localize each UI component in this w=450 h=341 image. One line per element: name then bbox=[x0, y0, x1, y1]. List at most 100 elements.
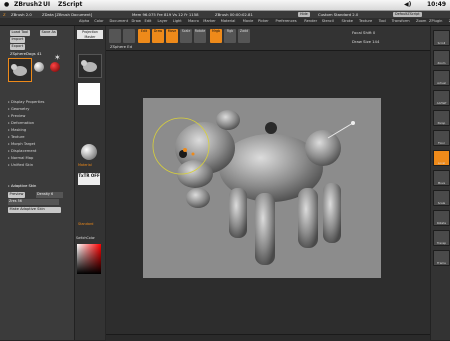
zbrush-menu-draw[interactable]: Draw bbox=[132, 19, 141, 23]
menu-texture[interactable]: Texture bbox=[8, 135, 25, 139]
star-tool-icon[interactable]: ✶ bbox=[54, 53, 61, 62]
material-sphere-icon[interactable] bbox=[81, 144, 97, 160]
edit-label: Edit bbox=[140, 29, 148, 33]
tool-thumb-dog[interactable] bbox=[8, 58, 32, 82]
zbrush-menu-document[interactable]: Document bbox=[110, 19, 129, 23]
right-shelf-move-button[interactable]: Move bbox=[433, 170, 450, 186]
projection-master-button[interactable]: Projection Master bbox=[77, 30, 103, 39]
mac-menubar: ● ZBrush2 UI ZScript ◀) 10:49 bbox=[0, 0, 450, 11]
zbrush-menu-stroke[interactable]: Stroke bbox=[342, 19, 353, 23]
right-shelf-label: AAHalf bbox=[436, 101, 447, 105]
right-shelf-label: Rotate bbox=[436, 221, 447, 225]
export-button[interactable]: Export bbox=[10, 44, 25, 50]
zbrush-menu-light[interactable]: Light bbox=[173, 19, 182, 23]
right-shelf-scale-button[interactable]: Scale bbox=[433, 190, 450, 206]
draw-button[interactable]: Draw bbox=[152, 29, 164, 43]
mrgb-button[interactable]: Mrgb bbox=[210, 29, 222, 43]
zbrush-menu-tool[interactable]: Tool bbox=[379, 19, 386, 23]
menu-adaptive-skin[interactable]: Adaptive Skin bbox=[8, 184, 36, 188]
right-shelf-zoom-button[interactable]: Zoom bbox=[433, 50, 450, 66]
scale-button[interactable]: Scale bbox=[180, 29, 192, 43]
standard-brush-label: Standard bbox=[78, 222, 94, 226]
rgb-button[interactable]: Rgb bbox=[224, 29, 236, 43]
zbrush-menu-zplugin[interactable]: ZPlugin bbox=[429, 19, 442, 23]
zbrush-menu-movie[interactable]: Movie bbox=[243, 19, 254, 23]
apple-icon[interactable]: ● bbox=[4, 1, 9, 8]
right-shelf-label: Floor bbox=[438, 141, 445, 145]
zres-slider[interactable]: Zres 56 bbox=[8, 199, 59, 205]
default-zscript-button[interactable]: DefaultZScript bbox=[393, 12, 422, 17]
edit-mode-icon[interactable] bbox=[109, 29, 121, 43]
menu-morph-target[interactable]: Morph Target bbox=[8, 142, 35, 146]
menu-display-properties[interactable]: Display Properties bbox=[8, 100, 44, 104]
right-shelf-frame-button[interactable]: Frame bbox=[433, 250, 450, 266]
menubar-ui[interactable]: UI bbox=[43, 1, 50, 8]
zsphere-ed-label: ZSphere Ed bbox=[110, 44, 132, 49]
density-slider[interactable]: Density 6 bbox=[36, 192, 63, 198]
zbrush-menu-stencil[interactable]: Stencil bbox=[322, 19, 334, 23]
mrgb-label: Mrgb bbox=[211, 29, 221, 33]
zbrush-menu-material[interactable]: Material bbox=[221, 19, 236, 23]
menu-normal-map[interactable]: Normal Map bbox=[8, 156, 33, 160]
right-shelf-floor-button[interactable]: Floor bbox=[433, 130, 450, 146]
zbrush-menu-transform[interactable]: Transform bbox=[392, 19, 410, 23]
hide-button[interactable]: Hide bbox=[298, 12, 310, 17]
save-as-button[interactable]: Save As bbox=[40, 30, 58, 36]
draw-mode-icon[interactable] bbox=[123, 29, 135, 43]
menu-masking[interactable]: Masking bbox=[8, 128, 26, 132]
volume-icon[interactable]: ◀) bbox=[404, 1, 411, 8]
menu-displacement[interactable]: Displacement bbox=[8, 149, 36, 153]
zsphere-dog-model[interactable] bbox=[143, 98, 381, 278]
material-label: Material bbox=[78, 163, 92, 167]
preview-button[interactable]: Preview bbox=[8, 192, 25, 198]
rotate-label: Rotate bbox=[194, 29, 206, 33]
import-button[interactable]: Import bbox=[10, 37, 25, 43]
right-shelf-actual-button[interactable]: Actual bbox=[433, 70, 450, 86]
right-shelf-label: Move bbox=[437, 181, 446, 185]
alpha-thumb[interactable] bbox=[78, 83, 100, 105]
menu-geometry[interactable]: Geometry bbox=[8, 107, 29, 111]
zbrush-menu-layer[interactable]: Layer bbox=[158, 19, 168, 23]
zbrush-logo-icon: Z bbox=[3, 12, 6, 17]
zbrush-menu-texture[interactable]: Texture bbox=[359, 19, 372, 23]
draw-size[interactable]: Draw Size 144 bbox=[352, 39, 379, 44]
edit-button[interactable]: Edit bbox=[138, 29, 150, 43]
right-shelf-persp-button[interactable]: Persp bbox=[433, 110, 450, 126]
menu-unified-skin[interactable]: Unified Skin bbox=[8, 163, 33, 167]
load-tool-button[interactable]: Load Tool bbox=[10, 30, 30, 36]
current-tool-thumb[interactable] bbox=[78, 54, 102, 78]
zbrush-menu-color[interactable]: Color bbox=[94, 19, 103, 23]
menubar-app[interactable]: ZBrush2 bbox=[14, 1, 42, 8]
right-shelf-local-button[interactable]: Local bbox=[433, 150, 450, 166]
draw-label: Draw bbox=[153, 29, 163, 33]
document-canvas[interactable] bbox=[143, 98, 381, 278]
sphere-tool-icon[interactable] bbox=[34, 62, 44, 72]
right-shelf-rotate-button[interactable]: Rotate bbox=[433, 210, 450, 226]
zbrush-menu-macro[interactable]: Macro bbox=[188, 19, 199, 23]
menu-deformation[interactable]: Deformation bbox=[8, 121, 34, 125]
focal-shift[interactable]: Focal Shift 0 bbox=[352, 30, 375, 35]
zbrush-menu-preferences[interactable]: Preferences bbox=[276, 19, 297, 23]
rotate-button[interactable]: Rotate bbox=[194, 29, 206, 43]
right-shelf-transp-button[interactable]: Transp bbox=[433, 230, 450, 246]
zbrush-menu-marker[interactable]: Marker bbox=[203, 19, 215, 23]
right-shelf-label: Scroll bbox=[437, 41, 446, 45]
zbrush-menu-render[interactable]: Render bbox=[304, 19, 317, 23]
color-picker[interactable] bbox=[77, 244, 101, 274]
menubar-zscript[interactable]: ZScript bbox=[58, 1, 82, 8]
scale-label: Scale bbox=[181, 29, 191, 33]
zsphere-tool-icon[interactable] bbox=[50, 62, 60, 72]
texture-off-button[interactable]: TxTR OFF bbox=[78, 173, 100, 185]
zadd-button[interactable]: Zadd bbox=[238, 29, 250, 43]
move-button[interactable]: Move bbox=[166, 29, 178, 43]
zbrush-menu-zoom[interactable]: Zoom bbox=[416, 19, 426, 23]
tool-palette: Load Tool Save As Import Export ZSphereD… bbox=[0, 26, 75, 340]
zbrush-menu-edit[interactable]: Edit bbox=[145, 19, 152, 23]
right-shelf-aahalf-button[interactable]: AAHalf bbox=[433, 90, 450, 106]
menu-preview[interactable]: Preview bbox=[8, 114, 25, 118]
zbrush-menus: Alpha Color Document Draw Edit Layer Light Macr… bbox=[0, 18, 450, 26]
zbrush-menu-picker[interactable]: Picker bbox=[258, 19, 269, 23]
zbrush-menu-alpha[interactable]: Alpha bbox=[79, 19, 89, 23]
right-shelf-scroll-button[interactable]: Scroll bbox=[433, 30, 450, 46]
make-adaptive-skin-button[interactable]: Make Adaptive Skin bbox=[8, 207, 61, 213]
